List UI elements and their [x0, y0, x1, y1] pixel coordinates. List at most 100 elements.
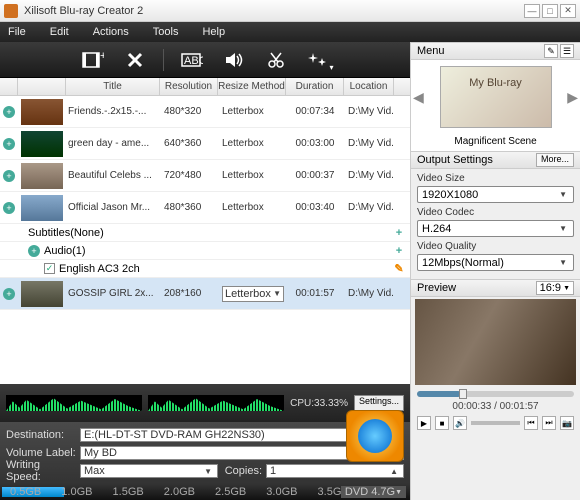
thumbnail	[21, 99, 63, 125]
row-resolution: 640*360	[160, 138, 218, 149]
snapshot-button[interactable]: 📷	[560, 416, 574, 430]
preview-time: 00:00:33 / 00:01:57	[411, 401, 580, 412]
resize-method-select[interactable]: Letterbox▼	[222, 286, 284, 302]
col-location[interactable]: Location	[344, 78, 394, 95]
minimize-button[interactable]: —	[524, 4, 540, 18]
chevron-down-icon: ▼	[559, 224, 569, 233]
stop-button[interactable]: ■	[435, 416, 449, 430]
menu-edit[interactable]: Edit	[50, 26, 69, 38]
maximize-button[interactable]: □	[542, 4, 558, 18]
subtitle-icon[interactable]: ABC	[178, 48, 206, 72]
row-resolution: 720*480	[160, 170, 218, 181]
mute-button[interactable]: 🔊	[453, 416, 467, 430]
row-title: Friends.-.2x15.-...	[66, 106, 160, 117]
more-output-button[interactable]: More...	[536, 153, 574, 167]
expand-icon[interactable]: +	[3, 202, 15, 214]
menu-help[interactable]: Help	[202, 26, 225, 38]
destination-label: Destination:	[6, 429, 76, 441]
toolbar: + ABC ▾	[0, 42, 410, 78]
menu-actions[interactable]: Actions	[93, 26, 129, 38]
video-size-label: Video Size	[417, 173, 574, 184]
video-quality-label: Video Quality	[417, 241, 574, 252]
row-resolution: 208*160	[160, 288, 218, 299]
writing-speed-select[interactable]: Max▼	[80, 464, 218, 478]
aspect-ratio-select[interactable]: 16:9▼	[536, 281, 574, 295]
add-clip-icon[interactable]: +	[79, 48, 107, 72]
col-resize-method[interactable]: Resize Method	[218, 78, 286, 95]
browse-menu-icon[interactable]: ☰	[560, 44, 574, 58]
close-button[interactable]: ✕	[560, 4, 576, 18]
expand-icon[interactable]: +	[3, 106, 15, 118]
audio-checkbox[interactable]: ✓	[44, 263, 55, 274]
trim-icon[interactable]	[262, 48, 290, 72]
app-title: Xilisoft Blu-ray Creator 2	[24, 5, 524, 17]
cpu-graph-1	[6, 395, 142, 411]
chevron-down-icon: ▼	[559, 258, 569, 267]
menu-preview[interactable]: ◀ My Blu-ray ▶	[411, 60, 580, 134]
row-title: GOSSIP GIRL 2x...	[66, 288, 160, 299]
table-row[interactable]: + Beautiful Celebs ... 720*480 Letterbox…	[0, 160, 410, 192]
table-row[interactable]: + green day - ame... 640*360 Letterbox 0…	[0, 128, 410, 160]
row-location: D:\My Vid...	[344, 170, 394, 181]
output-section-header: Output Settings More...	[411, 151, 580, 169]
audio-icon[interactable]	[220, 48, 248, 72]
col-duration[interactable]: Duration	[286, 78, 344, 95]
menu-template-name: Magnificent Scene	[411, 134, 580, 151]
subtitles-row[interactable]: Subtitles(None)+	[0, 224, 410, 242]
menu-file[interactable]: File	[8, 26, 26, 38]
preview-slider[interactable]	[417, 391, 574, 397]
edit-audio-icon[interactable]: ✎	[388, 262, 410, 275]
copies-input[interactable]: 1▲	[266, 464, 404, 478]
video-size-select[interactable]: 1920X1080▼	[417, 186, 574, 203]
play-button[interactable]: ▶	[417, 416, 431, 430]
video-codec-label: Video Codec	[417, 207, 574, 218]
prev-menu-icon[interactable]: ◀	[413, 89, 424, 106]
destination-panel: Destination: E:(HL-DT-ST DVD-RAM GH22NS3…	[0, 422, 410, 484]
slider-knob[interactable]	[459, 389, 467, 399]
expand-icon[interactable]: +	[3, 288, 15, 300]
cpu-graph-2	[148, 395, 284, 411]
row-resize: Letterbox	[218, 106, 286, 117]
expand-icon[interactable]: +	[3, 170, 15, 182]
audio-row[interactable]: +Audio(1)+	[0, 242, 410, 260]
next-frame-button[interactable]: ⏭	[542, 416, 556, 430]
edit-menu-icon[interactable]: ✎	[544, 44, 558, 58]
table-row[interactable]: + Official Jason Mr... 480*360 Letterbox…	[0, 192, 410, 224]
chevron-down-icon: ▼	[204, 467, 214, 476]
row-title: Official Jason Mr...	[66, 202, 160, 213]
video-quality-select[interactable]: 12Mbps(Normal)▼	[417, 254, 574, 271]
table-row[interactable]: + Friends.-.2x15.-... 480*320 Letterbox …	[0, 96, 410, 128]
col-resolution[interactable]: Resolution	[160, 78, 218, 95]
writing-speed-label: Writing Speed:	[6, 459, 76, 483]
titlebar: Xilisoft Blu-ray Creator 2 — □ ✕	[0, 0, 580, 22]
delete-icon[interactable]	[121, 48, 149, 72]
size-bar: 0.5GB1.0GB1.5GB2.0GB2.5GB3.0GB3.5GB4.0GB…	[0, 484, 410, 500]
table-row-selected[interactable]: + GOSSIP GIRL 2x... 208*160 Letterbox▼ 0…	[0, 278, 410, 310]
cpu-label: CPU:33.33%	[290, 398, 348, 409]
burn-button[interactable]	[346, 410, 404, 462]
col-title[interactable]: Title	[66, 78, 160, 95]
add-subtitle-icon[interactable]: +	[388, 227, 410, 239]
video-list: + Friends.-.2x15.-... 480*320 Letterbox …	[0, 96, 410, 310]
preview-video	[415, 299, 576, 385]
add-audio-icon[interactable]: +	[388, 245, 410, 257]
menu-tools[interactable]: Tools	[153, 26, 179, 38]
spinner-icon[interactable]: ▲	[390, 467, 400, 476]
video-codec-select[interactable]: H.264▼	[417, 220, 574, 237]
settings-button[interactable]: Settings...	[354, 395, 404, 411]
row-location: D:\My Vid...	[344, 138, 394, 149]
chevron-down-icon: ▼	[559, 190, 569, 199]
svg-text:+: +	[100, 51, 104, 62]
expand-icon[interactable]: +	[28, 245, 40, 257]
row-location: D:\My Vid...	[344, 288, 394, 299]
thumbnail	[21, 281, 63, 307]
next-menu-icon[interactable]: ▶	[567, 89, 578, 106]
effects-icon[interactable]: ▾	[304, 48, 332, 72]
expand-icon[interactable]: +	[3, 138, 15, 150]
audio-track-row[interactable]: ✓English AC3 2ch✎	[0, 260, 410, 278]
volume-slider[interactable]	[471, 421, 520, 425]
prev-frame-button[interactable]: ⏮	[524, 416, 538, 430]
thumbnail	[21, 131, 63, 157]
row-resize: Letterbox	[218, 202, 286, 213]
disc-type-select[interactable]: DVD 4.7G ▼	[341, 486, 406, 498]
